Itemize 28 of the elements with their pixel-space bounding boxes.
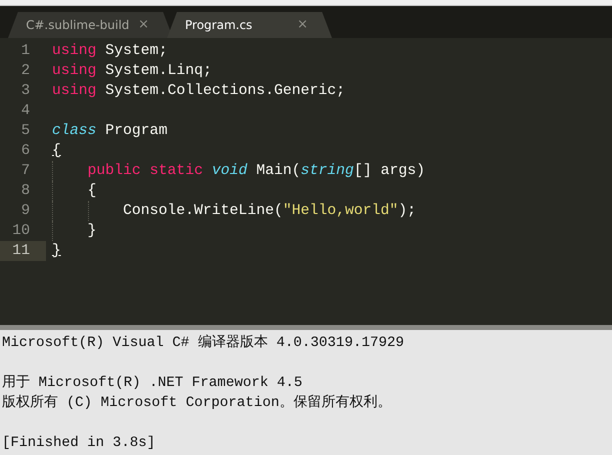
line-number: 6 — [20, 142, 31, 161]
code-line: { — [88, 182, 96, 201]
code-line: using System.Linq; — [52, 62, 212, 81]
code-line: Console.WriteLine("Hello,world"); — [123, 202, 416, 221]
code-line: using System.Collections.Generic; — [52, 82, 346, 101]
output-line: Microsoft(R) Visual C# 编译器版本 4.0.30319.17929 — [2, 334, 406, 353]
output-line: 版权所有 (C) Microsoft Corporation。保留所有权利。 — [2, 394, 392, 413]
code-line: { — [52, 142, 61, 161]
editor-tab[interactable]: Program.cs × — [167, 12, 332, 38]
code-line: } — [88, 222, 96, 241]
line-number: 10 — [11, 222, 31, 241]
code-line: } — [52, 242, 61, 261]
line-number: 3 — [20, 82, 31, 101]
close-button[interactable]: × — [297, 15, 308, 35]
line-number: 2 — [20, 62, 31, 81]
line-number: 9 — [20, 202, 31, 221]
output-line: [Finished in 3.8s] — [2, 434, 156, 453]
line-number: 8 — [20, 182, 31, 201]
close-button[interactable]: × — [138, 15, 149, 35]
line-number: 4 — [20, 102, 31, 121]
line-number: 1 — [20, 42, 31, 61]
line-number: 7 — [20, 162, 31, 181]
code-line: class Program — [52, 122, 168, 141]
code-line: using System; — [52, 42, 168, 61]
output-line: 用于 Microsoft(R) .NET Framework 4.5 — [2, 374, 304, 393]
code-line: public static void Main(string[] args) — [88, 162, 425, 181]
line-number: 11 — [0, 241, 46, 261]
line-number: 5 — [20, 122, 31, 141]
